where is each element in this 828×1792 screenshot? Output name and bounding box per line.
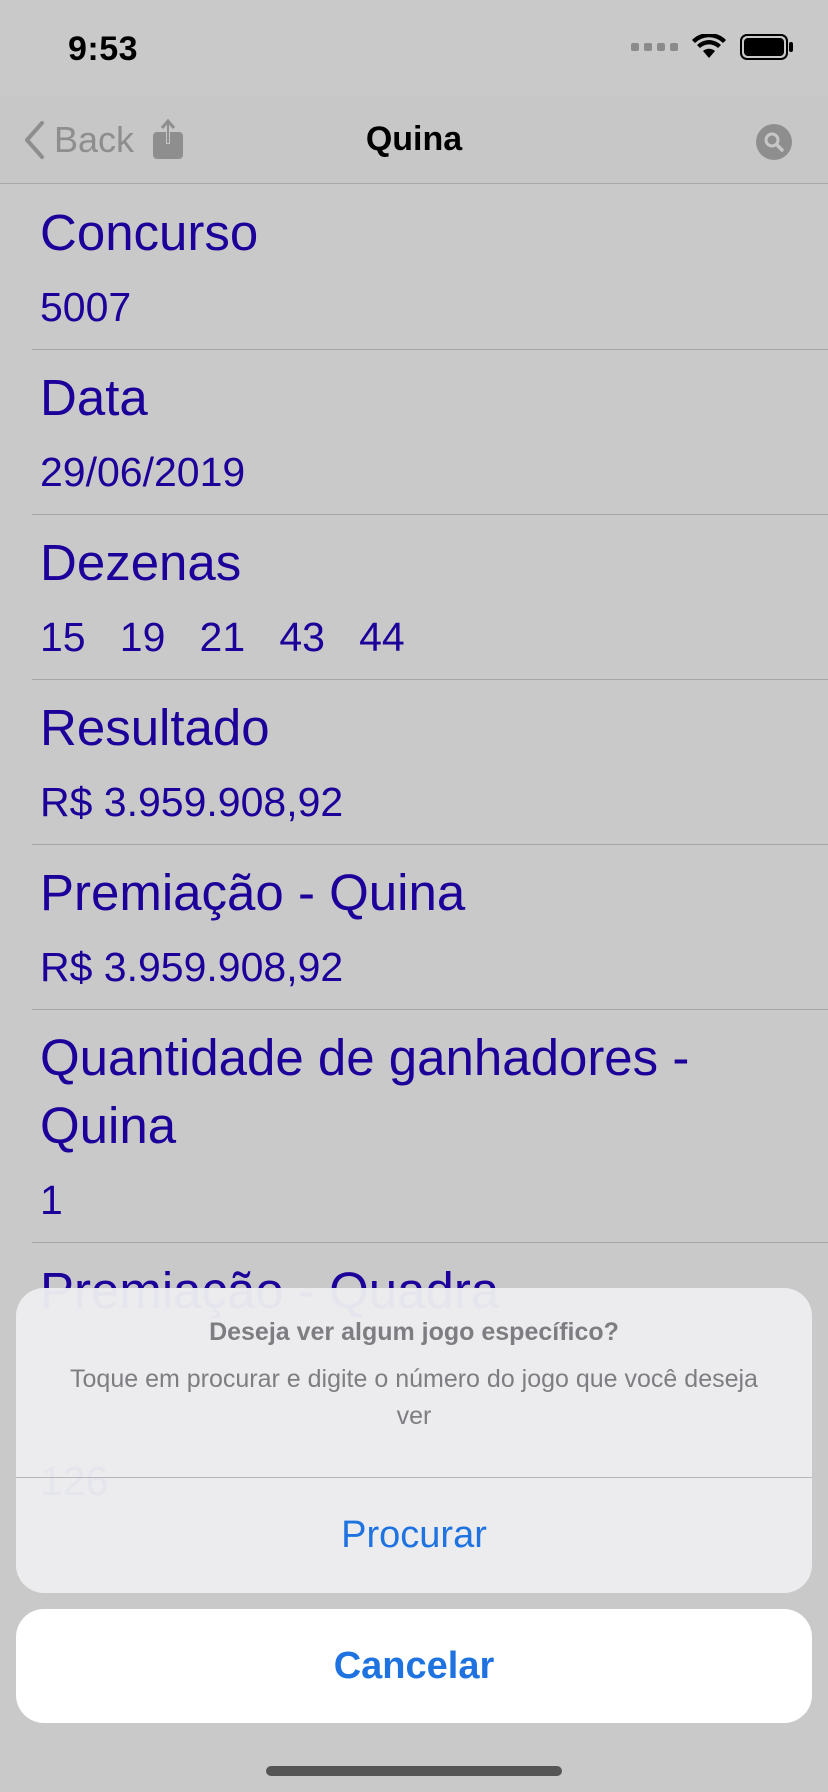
cancel-button[interactable]: Cancelar [16,1609,812,1723]
row-label: Dezenas [40,534,242,591]
home-indicator[interactable] [266,1766,562,1776]
search-icon [756,124,792,160]
row-value: 1 [40,1177,63,1223]
action-sheet-header: Deseja ver algum jogo específico? Toque … [16,1288,812,1478]
search-button[interactable] [756,124,792,165]
list-item: Quantidade de ganhadores - Quina 1 [32,1010,828,1243]
list-item: Concurso 5007 [32,185,828,350]
status-icons [631,34,794,60]
battery-icon [740,34,793,60]
row-label: Data [40,369,148,426]
row-label: Concurso [40,204,259,261]
list-item: Resultado R$ 3.959.908,92 [32,680,828,845]
list-item: Dezenas 15 19 21 43 44 [32,515,828,680]
status-bar: 9:53 [0,0,828,96]
status-time: 9:53 [68,30,139,68]
row-value: R$ 3.959.908,92 [40,944,344,990]
navigation-bar: Back Quina [0,96,828,184]
row-label: Resultado [40,699,270,756]
row-label: Premiação - Quina [40,864,466,921]
cellular-signal-icon [631,43,678,51]
list-item: Data 29/06/2019 [32,350,828,515]
wifi-icon [692,34,726,58]
search-action-button[interactable]: Procurar [16,1478,812,1592]
row-value: 29/06/2019 [40,449,246,495]
action-sheet-message: Toque em procurar e digite o número do j… [70,1365,758,1430]
row-value: 5007 [40,284,132,330]
row-value: 15 19 21 43 44 [40,614,405,660]
action-sheet-title: Deseja ver algum jogo específico? [209,1318,619,1346]
page-title: Quina [365,120,463,158]
action-sheet: Deseja ver algum jogo específico? Toque … [16,1288,812,1593]
list-item: Premiação - Quina R$ 3.959.908,92 [32,845,828,1010]
row-label: Quantidade de ganhadores - Quina [40,1029,690,1154]
row-value: R$ 3.959.908,92 [40,779,344,825]
